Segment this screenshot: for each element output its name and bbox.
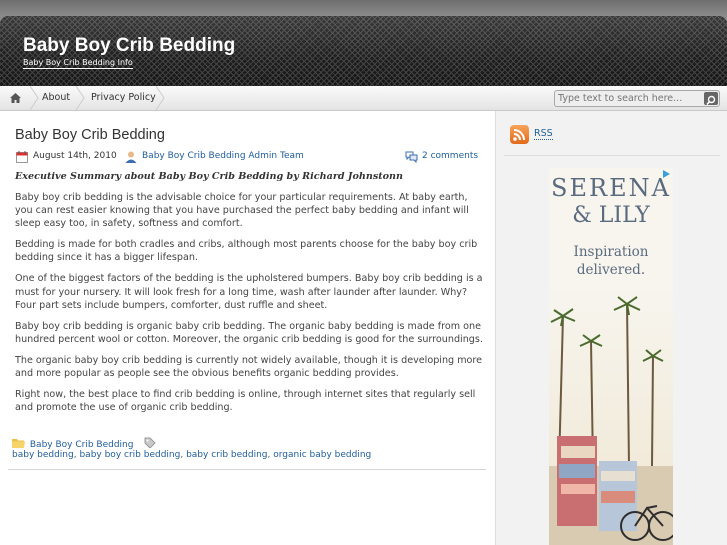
nav-separator [156, 86, 165, 110]
tag-link[interactable]: organic baby bedding [273, 450, 371, 460]
site-description: Baby Boy Crib Bedding Info [23, 58, 133, 69]
folder-icon [12, 439, 25, 448]
nav-separator [76, 86, 85, 110]
post-paragraph: The organic baby boy crib bedding is cur… [15, 354, 483, 380]
home-icon [10, 93, 21, 103]
post-title[interactable]: Baby Boy Crib Bedding [15, 127, 165, 143]
search-button[interactable] [704, 92, 718, 106]
nav-item-privacy-policy[interactable]: Privacy Policy [91, 86, 156, 110]
post-summary: Executive Summary about Baby Boy Crib Be… [15, 171, 404, 182]
post-paragraph: Right now, the best place to find crib b… [15, 388, 476, 414]
rss-link[interactable]: RSS [534, 128, 553, 140]
top-strip [0, 0, 727, 16]
post-paragraph: Baby boy crib bedding is organic baby cr… [15, 320, 483, 345]
main-content: Baby Boy Crib Bedding August 14th, 2010 … [0, 111, 495, 545]
user-icon [125, 151, 137, 163]
calendar-icon [16, 151, 28, 163]
search-input[interactable] [557, 91, 700, 106]
comments-icon [405, 151, 418, 163]
nav-home[interactable] [0, 86, 30, 110]
tag-link[interactable]: baby crib bedding [186, 450, 267, 460]
post-date: August 14th, 2010 [33, 151, 117, 161]
post-category-line: Baby Boy Crib Bedding [12, 437, 157, 450]
post-tags-line: baby bedding, baby boy crib bedding, bab… [12, 450, 372, 460]
post-body: Executive Summary about Baby Boy Crib Be… [15, 170, 485, 422]
tag-link[interactable]: baby boy crib bedding [79, 450, 180, 460]
site-header: Baby Boy Crib Bedding Baby Boy Crib Bedd… [0, 16, 727, 86]
post-paragraph: Baby boy crib bedding is the advisable c… [15, 191, 469, 230]
post-paragraph: One of the biggest factors of the beddin… [15, 273, 483, 311]
ad-brand-line1: SERENA [551, 174, 671, 202]
advertisement-banner[interactable]: SERENA & LILY Inspiration delivered. [549, 168, 673, 545]
sidebar-divider [504, 155, 720, 156]
post-author[interactable]: Baby Boy Crib Bedding Admin Team [142, 151, 304, 161]
rss-feed-button[interactable] [510, 125, 529, 144]
post-paragraph: Bedding is made for both cradles and cri… [15, 239, 478, 264]
site-title[interactable]: Baby Boy Crib Bedding [23, 35, 235, 57]
tag-icon [144, 437, 157, 449]
sidebar: RSS SERENA & LILY Inspiration delivered. [495, 111, 727, 545]
post-divider [8, 469, 486, 470]
rss-icon [513, 129, 525, 141]
tag-link[interactable]: baby bedding [12, 450, 74, 460]
ad-tagline-line1: Inspiration [573, 244, 649, 260]
nav-item-about[interactable]: About [42, 86, 70, 110]
navigation-bar: About Privacy Policy [0, 86, 727, 111]
nav-separator [30, 86, 39, 110]
category-link[interactable]: Baby Boy Crib Bedding [30, 440, 134, 450]
post-comments-link[interactable]: 2 comments [422, 151, 478, 161]
ad-tagline-line2: delivered. [576, 262, 646, 278]
ad-brand-line2: & LILY [572, 203, 650, 228]
ad-photo-palm-trees [549, 286, 673, 545]
search-box [554, 90, 720, 107]
search-icon [706, 95, 716, 106]
